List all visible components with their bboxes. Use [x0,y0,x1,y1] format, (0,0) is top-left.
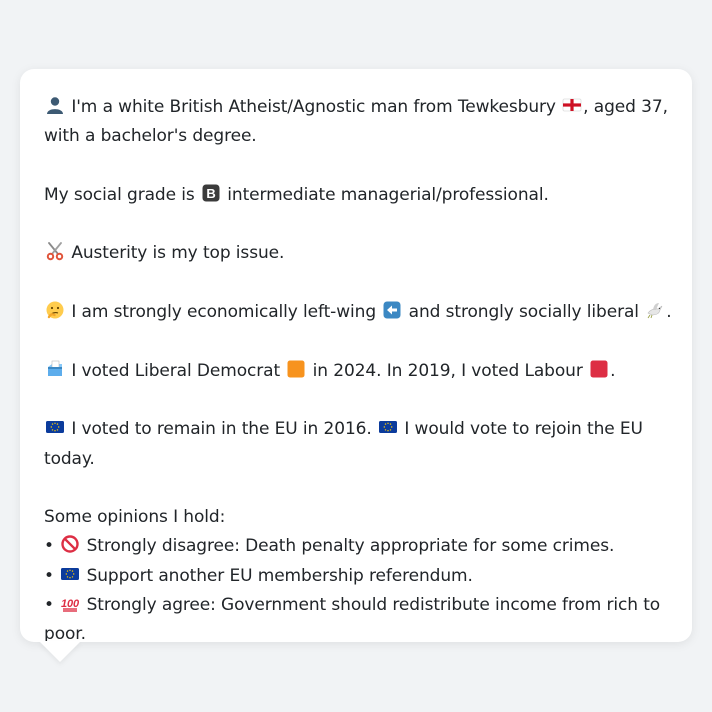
opinion-text: Strongly disagree: Death penalty appropr… [86,536,615,557]
top-issue-text: Austerity is my top issue. [71,243,285,264]
message-bubble: I'm a white British Atheist/Agnostic man… [20,69,692,644]
hundred-points-icon: 100 [60,593,80,613]
ideology-line: I am strongly economically left-wing and… [44,298,676,327]
ballot-box-icon [45,359,65,379]
red-square-icon [589,359,609,379]
letter-b-icon: B [201,183,221,203]
top-issue-line: Austerity is my top issue. [44,239,676,268]
ideology-social: and strongly socially liberal [408,302,639,323]
social-grade-line: My social grade is B intermediate manage… [44,181,676,210]
ideology-economic: I am strongly economically left-wing [71,302,377,323]
opinion-item: • Strongly disagree: Death penalty appro… [44,532,676,561]
votes-2019: in 2024. In 2019, I voted Labour [312,360,583,381]
england-flag-icon [562,95,582,115]
ideology-period: . [666,302,672,323]
dove-icon [645,300,665,320]
bust-in-silhouette-icon [45,95,65,115]
votes-period: . [610,360,616,381]
intro-line: I'm a white British Atheist/Agnostic man… [44,93,676,152]
opinion-text: Strongly agree: Government should redist… [44,595,661,645]
svg-text:B: B [206,186,215,201]
votes-2024: I voted Liberal Democrat [71,360,281,381]
svg-text:100: 100 [61,598,80,610]
scissors-icon [45,241,65,261]
bullet: • [44,536,54,557]
bullet: • [44,595,54,616]
opinion-text: Support another EU membership referendum… [86,565,473,586]
eu-line: I voted to remain in the EU in 2016. I w… [44,415,676,474]
prohibited-icon [60,534,80,554]
social-grade-value: intermediate managerial/professional. [227,184,549,205]
orange-square-icon [286,359,306,379]
left-arrow-icon [382,300,402,320]
eu-flag-icon [378,417,398,437]
eu-flag-icon [60,564,80,584]
eu-referendum: I voted to remain in the EU in 2016. [71,419,372,440]
bullet: • [44,565,54,586]
thinking-face-icon [45,300,65,320]
eu-flag-icon [45,417,65,437]
opinions-heading: Some opinions I hold: [44,507,226,528]
bubble-tail [39,641,81,662]
intro-text: I'm a white British Atheist/Agnostic man… [71,97,556,117]
social-grade-label: My social grade is [44,184,195,205]
opinion-item: • 100 Strongly agree: Government should … [44,591,676,650]
votes-line: I voted Liberal Democrat in 2024. In 201… [44,357,676,386]
opinion-item: • Support another EU membership referend… [44,562,676,591]
